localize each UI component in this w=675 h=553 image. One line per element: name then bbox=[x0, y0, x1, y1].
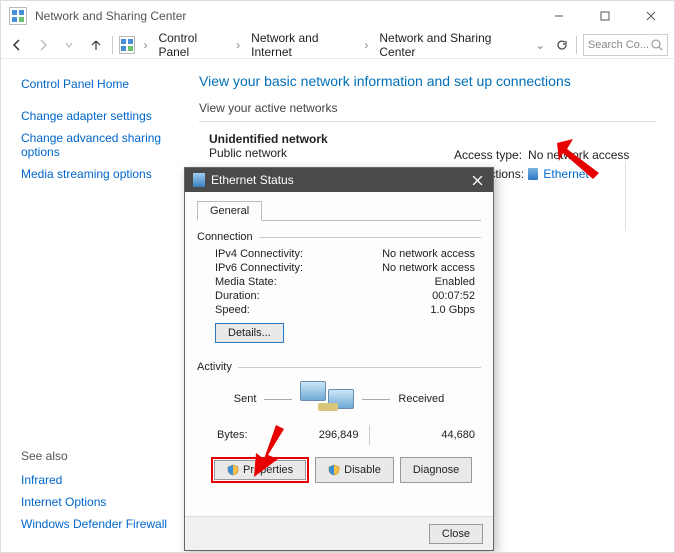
tab-general[interactable]: General bbox=[197, 201, 262, 221]
breadcrumb-item[interactable]: Control Panel bbox=[155, 29, 228, 61]
received-label: Received bbox=[398, 393, 444, 405]
chevron-right-icon: › bbox=[234, 38, 242, 52]
see-also-label: See also bbox=[21, 445, 171, 469]
search-input[interactable]: Search Co... bbox=[583, 34, 668, 56]
media-state-label: Media State: bbox=[215, 276, 277, 288]
details-button[interactable]: Details... bbox=[215, 323, 284, 343]
annotation-arrow bbox=[248, 423, 298, 479]
nav-forward-button[interactable] bbox=[33, 34, 53, 56]
activity-icon bbox=[300, 381, 354, 417]
network-type: Public network bbox=[209, 146, 328, 160]
network-name: Unidentified network bbox=[209, 132, 328, 146]
nav-up-button[interactable] bbox=[86, 34, 106, 56]
sidebar-home-link[interactable]: Control Panel Home bbox=[21, 73, 171, 97]
bytes-received-value: 44,680 bbox=[380, 429, 476, 441]
duration-label: Duration: bbox=[215, 290, 260, 302]
media-state-value: Enabled bbox=[435, 276, 475, 288]
sidebar-link[interactable]: Change advanced sharing options bbox=[21, 127, 171, 163]
dialog-close-button[interactable] bbox=[461, 168, 493, 192]
window-title: Network and Sharing Center bbox=[35, 9, 186, 23]
sidebar-link[interactable]: Change adapter settings bbox=[21, 105, 171, 127]
chevron-right-icon: › bbox=[362, 38, 370, 52]
sent-label: Sent bbox=[234, 393, 257, 405]
group-connection-label: Connection bbox=[197, 231, 253, 243]
maximize-button[interactable] bbox=[582, 1, 628, 31]
close-button[interactable] bbox=[628, 1, 674, 31]
disable-button[interactable]: Disable bbox=[315, 457, 394, 483]
breadcrumb-item[interactable]: Network and Internet bbox=[248, 29, 356, 61]
separator bbox=[576, 36, 577, 54]
minimize-button[interactable] bbox=[536, 1, 582, 31]
sidebar-link[interactable]: Media streaming options bbox=[21, 163, 171, 185]
app-icon bbox=[9, 7, 27, 25]
ethernet-icon bbox=[528, 168, 538, 180]
sidebar-seealso-link[interactable]: Infrared bbox=[21, 469, 171, 491]
search-icon bbox=[650, 38, 664, 55]
nav-back-button[interactable] bbox=[7, 34, 27, 56]
refresh-button[interactable] bbox=[553, 36, 570, 54]
breadcrumb-icon bbox=[119, 36, 136, 54]
access-type-label: Access type: bbox=[453, 147, 525, 163]
ipv4-value: No network access bbox=[382, 248, 475, 260]
chevron-down-icon[interactable]: ⌄ bbox=[533, 38, 547, 52]
speed-value: 1.0 Gbps bbox=[430, 304, 475, 316]
disable-button-label: Disable bbox=[344, 464, 381, 476]
ethernet-status-dialog: Ethernet Status General Connection IPv4 … bbox=[184, 167, 494, 551]
search-placeholder: Search Co... bbox=[588, 39, 649, 51]
shield-icon bbox=[328, 464, 340, 476]
recent-dropdown[interactable] bbox=[59, 34, 79, 56]
shield-icon bbox=[227, 464, 239, 476]
page-heading: View your basic network information and … bbox=[199, 73, 656, 89]
chevron-right-icon: › bbox=[141, 38, 149, 52]
sidebar-seealso-link[interactable]: Windows Defender Firewall bbox=[21, 513, 171, 535]
diagnose-button[interactable]: Diagnose bbox=[400, 457, 472, 483]
dialog-title: Ethernet Status bbox=[211, 173, 294, 187]
ipv4-label: IPv4 Connectivity: bbox=[215, 248, 303, 260]
close-button[interactable]: Close bbox=[429, 524, 483, 544]
speed-label: Speed: bbox=[215, 304, 250, 316]
breadcrumb-item[interactable]: Network and Sharing Center bbox=[376, 29, 521, 61]
ipv6-value: No network access bbox=[382, 262, 475, 274]
group-activity-label: Activity bbox=[197, 361, 232, 373]
divider bbox=[199, 121, 656, 122]
ipv6-label: IPv6 Connectivity: bbox=[215, 262, 303, 274]
sidebar-seealso-link[interactable]: Internet Options bbox=[21, 491, 171, 513]
separator bbox=[112, 36, 113, 54]
duration-value: 00:07:52 bbox=[432, 290, 475, 302]
active-networks-label: View your active networks bbox=[199, 101, 656, 115]
ethernet-icon bbox=[193, 173, 205, 187]
annotation-arrow bbox=[553, 139, 603, 179]
